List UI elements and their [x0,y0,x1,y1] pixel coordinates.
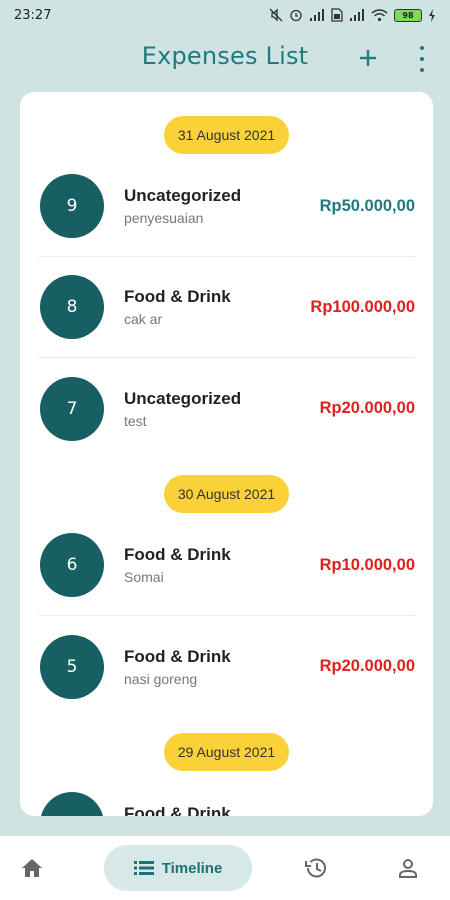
signal-icon-2 [350,9,364,21]
expense-number-avatar: 8 [40,275,104,339]
expense-number-avatar: 5 [40,634,104,699]
expense-number-avatar: 4 [40,791,104,816]
expense-amount: Rp50.000,00 [319,196,415,215]
expense-category: Uncategorized [124,388,242,408]
expense-category: Food & Drink [124,646,231,666]
date-group-header: 31 August 2021 [20,116,433,154]
nav-home-button[interactable] [12,836,52,900]
expense-row[interactable]: 9 Uncategorized penyesuaian Rp50.000,00 [38,156,415,257]
expense-row[interactable]: 8 Food & Drink cak ar Rp100.000,00 [38,257,415,358]
status-time: 23:27 [14,7,52,23]
expense-note: penyesuaian [124,210,204,226]
date-group-header: 29 August 2021 [20,733,433,771]
expense-row[interactable]: 6 Food & Drink Somai Rp10.000,00 [38,515,415,616]
expense-number-avatar: 7 [40,376,104,441]
nav-timeline-label: Timeline [161,859,223,877]
expense-text: Food & Drink Somai [124,545,320,585]
app-bar: Expenses List [0,38,450,84]
home-icon [22,859,42,877]
nav-timeline-button[interactable]: Timeline [104,845,252,891]
person-icon [399,859,417,878]
wifi-icon [371,9,388,22]
more-options-button[interactable] [412,46,432,72]
expenses-card: 31 August 2021 9 Uncategorized penyesuai… [20,92,433,816]
mute-icon [269,8,283,22]
expense-note: nasi goreng [124,670,198,687]
sim-icon [331,8,343,22]
expense-text: Uncategorized test [124,389,320,429]
expense-category: Food & Drink [124,287,231,306]
status-bar: 23:27 98 [0,0,450,30]
expense-text: Food & Drink test [124,804,320,817]
nav-profile-button[interactable] [388,836,428,900]
expense-note: test [124,412,147,429]
plus-icon [360,50,376,66]
status-icons: 98 [269,8,436,22]
expense-text: Food & Drink nasi goreng [124,647,320,687]
alarm-icon [290,9,302,22]
date-pill: 29 August 2021 [163,733,290,771]
expense-number-avatar: 9 [40,174,104,238]
expense-row[interactable]: 5 Food & Drink nasi goreng Rp20.000,00 [38,616,415,717]
expense-category: Food & Drink [124,803,231,817]
expense-category: Uncategorized [124,186,242,205]
list-icon [133,861,154,875]
date-group-header: 30 August 2021 [20,475,433,513]
expense-number-avatar: 6 [40,533,104,597]
date-pill: 30 August 2021 [163,475,290,513]
battery-level: 98 [402,10,414,20]
expense-text: Uncategorized penyesuaian [124,186,320,226]
expense-amount: Rp100.000,00 [310,297,415,316]
expense-note: cak ar [124,311,163,327]
expense-amount: Rp20.000,00 [319,657,415,675]
more-vert-icon [420,46,424,50]
bottom-nav: Timeline [0,836,450,900]
battery-icon: 98 [394,8,422,22]
expenses-list: 31 August 2021 9 Uncategorized penyesuai… [20,116,433,816]
signal-icon [310,9,324,21]
expense-category: Food & Drink [124,545,231,564]
expense-amount: Rp20.000,00 [319,399,415,417]
expense-row[interactable]: 4 Food & Drink test Rp20.008,00 [38,773,415,816]
expense-amount: Rp20.008,00 [320,814,415,816]
history-icon [305,858,326,878]
charging-icon [429,8,435,22]
expense-amount: Rp10.000,00 [319,555,415,574]
expense-row[interactable]: 7 Uncategorized test Rp20.000,00 [38,358,415,459]
expense-text: Food & Drink cak ar [124,287,310,327]
add-expense-button[interactable] [354,44,382,72]
expense-note: Somai [124,569,164,585]
date-pill: 31 August 2021 [163,116,290,154]
nav-history-button[interactable] [296,836,336,900]
page-title: Expenses List [141,42,309,70]
